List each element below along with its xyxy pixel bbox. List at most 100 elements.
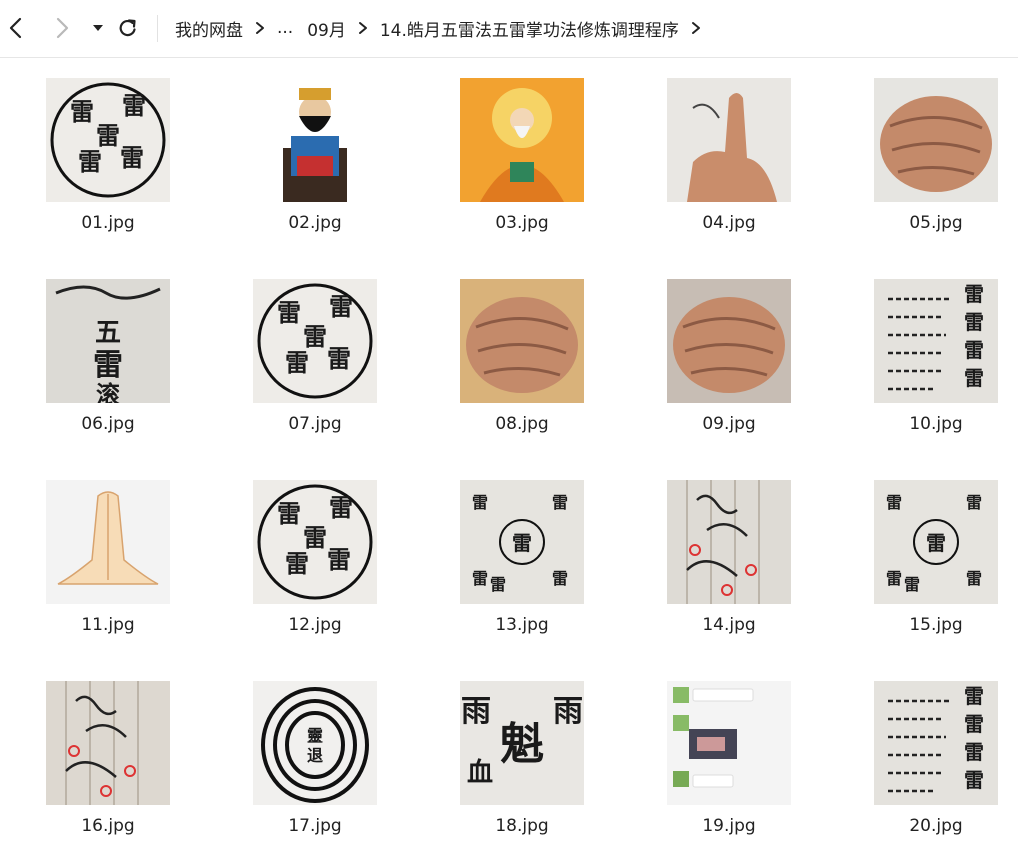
- breadcrumb-item-month[interactable]: 09月: [307, 16, 346, 41]
- file-name: 09.jpg: [702, 414, 756, 434]
- svg-text:雷: 雷: [552, 493, 568, 512]
- file-thumbnail[interactable]: 雷雷雷雷雷: [46, 78, 170, 202]
- svg-text:雨: 雨: [553, 694, 583, 729]
- file-thumbnail[interactable]: 魁雨 雨血: [460, 681, 584, 805]
- file-name: 12.jpg: [288, 615, 342, 635]
- breadcrumb-item-current[interactable]: 14.皓月五雷法五雷掌功法修炼调理程序: [380, 16, 679, 41]
- file-thumbnail[interactable]: 雷雷雷雷雷: [253, 480, 377, 604]
- file-name: 01.jpg: [81, 213, 135, 233]
- svg-text:雷: 雷: [303, 322, 327, 351]
- file-thumbnail[interactable]: [46, 480, 170, 604]
- file-name: 14.jpg: [702, 615, 756, 635]
- file-item[interactable]: 14.jpg: [649, 480, 809, 636]
- file-item[interactable]: 魁雨 雨血 18.jpg: [442, 681, 602, 837]
- refresh-icon: [117, 17, 139, 39]
- svg-text:雷: 雷: [964, 740, 984, 764]
- file-item[interactable]: 08.jpg: [442, 279, 602, 435]
- file-thumbnail[interactable]: [667, 681, 791, 805]
- file-item[interactable]: 雷雷雷雷 10.jpg: [856, 279, 1016, 435]
- svg-text:五: 五: [95, 318, 121, 348]
- back-button[interactable]: [2, 14, 30, 42]
- file-thumbnail[interactable]: 靈退: [253, 681, 377, 805]
- svg-text:雨: 雨: [461, 694, 491, 729]
- svg-text:雷: 雷: [964, 310, 984, 334]
- file-name: 13.jpg: [495, 615, 549, 635]
- file-name: 17.jpg: [288, 816, 342, 836]
- file-thumbnail[interactable]: 雷雷雷雷雷雷: [460, 480, 584, 604]
- svg-text:雷: 雷: [964, 768, 984, 792]
- file-name: 15.jpg: [909, 615, 963, 635]
- svg-text:雷: 雷: [327, 344, 351, 373]
- file-name: 11.jpg: [81, 615, 135, 635]
- file-name: 20.jpg: [909, 816, 963, 836]
- forward-button[interactable]: [48, 14, 76, 42]
- file-thumbnail[interactable]: 雷雷雷雷: [874, 279, 998, 403]
- svg-text:雷: 雷: [122, 91, 146, 120]
- file-item[interactable]: 05.jpg: [856, 78, 1016, 234]
- file-item[interactable]: 五雷滚 06.jpg: [28, 279, 188, 435]
- refresh-button[interactable]: [114, 14, 142, 42]
- breadcrumb: 我的网盘 ... 09月 14.皓月五雷法五雷掌功法修炼调理程序: [175, 0, 713, 56]
- svg-text:血: 血: [467, 758, 493, 788]
- svg-text:雷: 雷: [964, 712, 984, 736]
- file-name: 16.jpg: [81, 816, 135, 836]
- file-item[interactable]: 03.jpg: [442, 78, 602, 234]
- svg-text:雷: 雷: [926, 531, 946, 555]
- file-item[interactable]: 雷雷雷雷雷雷 15.jpg: [856, 480, 1016, 636]
- breadcrumb-item-ellipsis[interactable]: ...: [277, 18, 293, 38]
- svg-text:雷: 雷: [472, 569, 488, 588]
- breadcrumb-separator-icon: [358, 21, 368, 35]
- file-thumbnail[interactable]: [667, 279, 791, 403]
- file-item[interactable]: 雷雷雷雷雷 12.jpg: [235, 480, 395, 636]
- svg-text:雷: 雷: [285, 549, 309, 578]
- file-item[interactable]: 16.jpg: [28, 681, 188, 837]
- file-name: 19.jpg: [702, 816, 756, 836]
- file-name: 07.jpg: [288, 414, 342, 434]
- file-item[interactable]: 雷雷雷雷雷雷 13.jpg: [442, 480, 602, 636]
- file-thumbnail[interactable]: [667, 480, 791, 604]
- svg-text:雷: 雷: [78, 147, 102, 176]
- file-thumbnail[interactable]: 雷雷雷雷: [874, 681, 998, 805]
- file-thumbnail[interactable]: [253, 78, 377, 202]
- file-thumbnail[interactable]: [667, 78, 791, 202]
- svg-text:雷: 雷: [966, 569, 982, 588]
- svg-text:雷: 雷: [964, 366, 984, 390]
- file-thumbnail[interactable]: 五雷滚: [46, 279, 170, 403]
- file-item[interactable]: 雷雷雷雷 20.jpg: [856, 681, 1016, 837]
- file-name: 08.jpg: [495, 414, 549, 434]
- file-name: 04.jpg: [702, 213, 756, 233]
- svg-text:雷: 雷: [964, 282, 984, 306]
- file-item[interactable]: 靈退 17.jpg: [235, 681, 395, 837]
- file-thumbnail[interactable]: [874, 78, 998, 202]
- file-thumbnail[interactable]: [46, 681, 170, 805]
- file-name: 03.jpg: [495, 213, 549, 233]
- svg-text:雷: 雷: [964, 684, 984, 708]
- file-thumbnail[interactable]: [460, 279, 584, 403]
- file-item[interactable]: 19.jpg: [649, 681, 809, 837]
- svg-text:雷: 雷: [552, 569, 568, 588]
- file-item[interactable]: 雷雷雷雷雷 01.jpg: [28, 78, 188, 234]
- svg-text:靈: 靈: [307, 726, 323, 745]
- svg-text:雷: 雷: [285, 348, 309, 377]
- breadcrumb-separator-icon: [255, 21, 265, 35]
- file-item[interactable]: 09.jpg: [649, 279, 809, 435]
- file-thumbnail[interactable]: 雷雷雷雷雷雷: [874, 480, 998, 604]
- file-item[interactable]: 雷雷雷雷雷 07.jpg: [235, 279, 395, 435]
- breadcrumb-item-root[interactable]: 我的网盘: [175, 16, 243, 41]
- svg-text:雷: 雷: [886, 569, 902, 588]
- file-item[interactable]: 02.jpg: [235, 78, 395, 234]
- svg-text:雷: 雷: [512, 531, 532, 555]
- file-thumbnail[interactable]: 雷雷雷雷雷: [253, 279, 377, 403]
- svg-text:雷: 雷: [904, 575, 920, 594]
- file-item[interactable]: 11.jpg: [28, 480, 188, 636]
- svg-text:雷: 雷: [472, 493, 488, 512]
- toolbar-divider: [157, 15, 158, 42]
- svg-text:雷: 雷: [277, 499, 301, 528]
- caret-down-icon: [91, 22, 105, 34]
- svg-text:雷: 雷: [120, 143, 144, 172]
- svg-text:雷: 雷: [70, 97, 94, 126]
- history-dropdown-button[interactable]: [84, 14, 112, 42]
- svg-text:雷: 雷: [327, 545, 351, 574]
- file-item[interactable]: 04.jpg: [649, 78, 809, 234]
- file-thumbnail[interactable]: [460, 78, 584, 202]
